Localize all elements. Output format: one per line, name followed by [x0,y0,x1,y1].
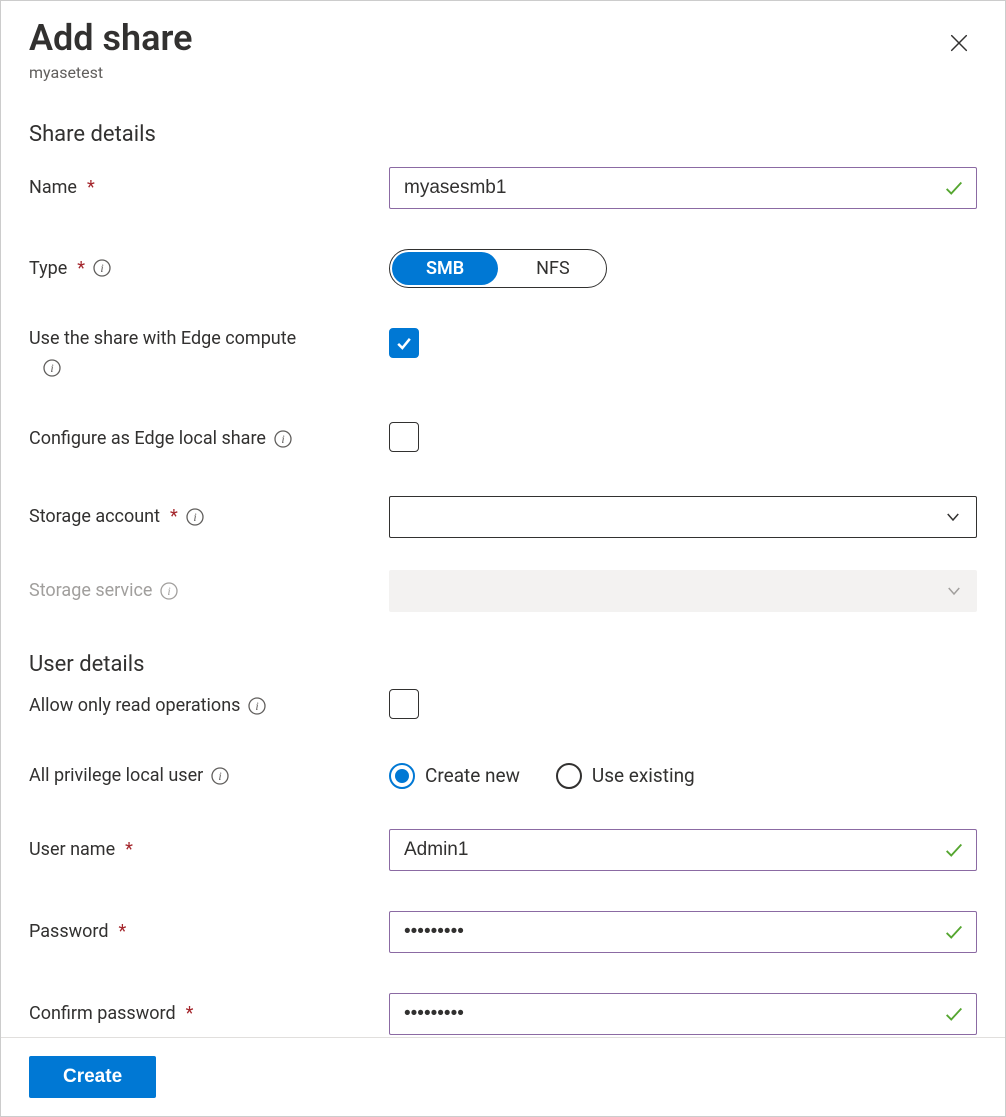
panel-subtitle: myasetest [29,63,192,82]
svg-text:i: i [168,584,171,598]
svg-text:i: i [50,361,53,375]
svg-text:i: i [219,769,222,783]
chevron-down-icon [944,508,962,526]
svg-text:i: i [100,261,103,275]
valid-check-icon [943,177,965,199]
user-details-heading: User details [29,652,977,677]
required-indicator: * [125,839,133,860]
confirm-password-input[interactable] [389,993,977,1035]
info-icon[interactable]: i [186,508,204,526]
required-indicator: * [87,177,95,198]
valid-check-icon [943,839,965,861]
required-indicator: * [170,506,178,527]
close-icon [948,32,970,54]
storage-service-select [389,570,977,612]
panel-title: Add share [29,19,192,59]
edge-compute-label: Use the share with Edge compute [29,328,296,349]
priv-user-radio-group: Create new Use existing [389,763,977,789]
priv-user-create-new[interactable]: Create new [389,763,520,789]
add-share-panel: Add share myasetest Share details Name * [0,0,1006,1117]
panel-footer: Create [1,1037,1005,1116]
password-input[interactable] [389,911,977,953]
storage-account-select[interactable] [389,496,977,538]
required-indicator: * [119,921,127,942]
name-label: Name [29,177,77,198]
info-icon[interactable]: i [248,697,266,715]
svg-text:i: i [256,699,259,713]
user-name-input[interactable] [389,829,977,871]
info-icon[interactable]: i [43,359,61,377]
type-toggle: SMB NFS [389,249,607,288]
share-details-heading: Share details [29,122,977,147]
required-indicator: * [77,258,85,279]
type-option-smb[interactable]: SMB [392,252,498,285]
svg-text:i: i [193,510,196,524]
confirm-password-label: Confirm password [29,1003,176,1024]
required-indicator: * [186,1003,194,1024]
valid-check-icon [943,1003,965,1025]
info-icon: i [160,582,178,600]
read-only-checkbox[interactable] [389,689,419,719]
priv-user-use-existing[interactable]: Use existing [556,763,695,789]
info-icon[interactable]: i [211,767,229,785]
edge-local-checkbox[interactable] [389,422,419,452]
type-label: Type [29,258,67,279]
valid-check-icon [943,921,965,943]
priv-user-label: All privilege local user [29,765,203,786]
storage-account-label: Storage account [29,506,160,527]
user-name-label: User name [29,839,115,860]
edge-compute-checkbox[interactable] [389,328,419,358]
name-input[interactable] [389,167,977,209]
close-button[interactable] [941,25,977,61]
type-option-nfs[interactable]: NFS [502,252,603,285]
svg-text:i: i [281,432,284,446]
info-icon[interactable]: i [93,259,111,277]
edge-local-label: Configure as Edge local share [29,428,266,449]
read-only-label: Allow only read operations [29,695,240,716]
create-button[interactable]: Create [29,1056,156,1098]
radio-label: Use existing [592,764,695,787]
chevron-down-icon [945,582,963,600]
info-icon[interactable]: i [274,430,292,448]
password-label: Password [29,921,109,942]
radio-label: Create new [425,764,520,787]
storage-service-label: Storage service [29,580,152,601]
